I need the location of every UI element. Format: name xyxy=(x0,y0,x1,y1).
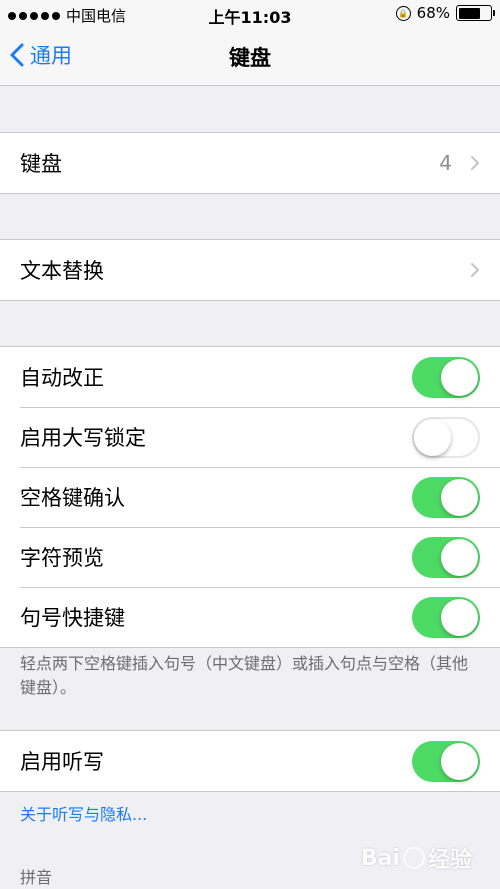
rotation-lock-icon: 🔒 xyxy=(395,5,411,21)
chevron-right-icon xyxy=(470,155,480,171)
status-right: 🔒 68% xyxy=(395,4,495,22)
dictation-group: 启用听写 xyxy=(0,730,500,792)
text-replacement-group: 文本替换 xyxy=(0,239,500,301)
char-preview-switch[interactable] xyxy=(412,537,480,578)
watermark-text-right: 经验 xyxy=(427,848,472,873)
char-preview-label: 字符预览 xyxy=(20,546,104,570)
keyboard-options-group: 自动改正 启用大写锁定 空格键确认 字符预览 句号快捷键 xyxy=(0,346,500,648)
baidu-watermark: Bai 经验 xyxy=(361,842,472,874)
space-confirm-label: 空格键确认 xyxy=(20,486,125,510)
text-replacement-label: 文本替换 xyxy=(20,259,104,283)
status-bar: 中国电信 上午11:03 🔒 68% xyxy=(0,0,500,28)
caps-lock-row: 启用大写锁定 xyxy=(0,407,500,467)
chevron-right-icon xyxy=(470,262,480,278)
space-confirm-switch[interactable] xyxy=(412,477,480,518)
period-shortcut-switch[interactable] xyxy=(412,597,480,638)
navigation-bar: 通用 键盘 xyxy=(0,28,500,86)
dictation-row: 启用听写 xyxy=(0,731,500,791)
auto-correct-switch[interactable] xyxy=(412,357,480,398)
char-preview-row: 字符预览 xyxy=(0,527,500,587)
keyboards-count: 4 xyxy=(439,151,452,175)
period-shortcut-label: 句号快捷键 xyxy=(20,606,125,630)
keyboards-group: 键盘 4 xyxy=(0,132,500,194)
auto-correct-label: 自动改正 xyxy=(20,366,104,390)
battery-percent: 68% xyxy=(416,4,450,22)
auto-correct-row: 自动改正 xyxy=(0,347,500,407)
dictation-label: 启用听写 xyxy=(20,750,104,774)
text-replacement-row[interactable]: 文本替换 xyxy=(0,240,500,300)
dictation-switch[interactable] xyxy=(412,741,480,782)
keyboards-row[interactable]: 键盘 4 xyxy=(0,133,500,193)
space-confirm-row: 空格键确认 xyxy=(0,467,500,527)
paw-icon xyxy=(402,847,425,869)
caps-lock-label: 启用大写锁定 xyxy=(20,426,146,450)
dictation-privacy-link[interactable]: 关于听写与隐私... xyxy=(20,801,147,825)
watermark-text-left: Bai xyxy=(360,845,400,871)
keyboards-label: 键盘 xyxy=(20,152,62,176)
caps-lock-switch[interactable] xyxy=(412,417,480,458)
page-title: 键盘 xyxy=(229,46,271,70)
pinyin-section-header: 拼音 xyxy=(20,868,53,887)
battery-icon xyxy=(456,5,495,21)
period-shortcut-row: 句号快捷键 xyxy=(0,587,500,647)
period-shortcut-note: 轻点两下空格键插入句号（中文键盘）或插入句点与空格（其他键盘）。 xyxy=(20,654,469,697)
